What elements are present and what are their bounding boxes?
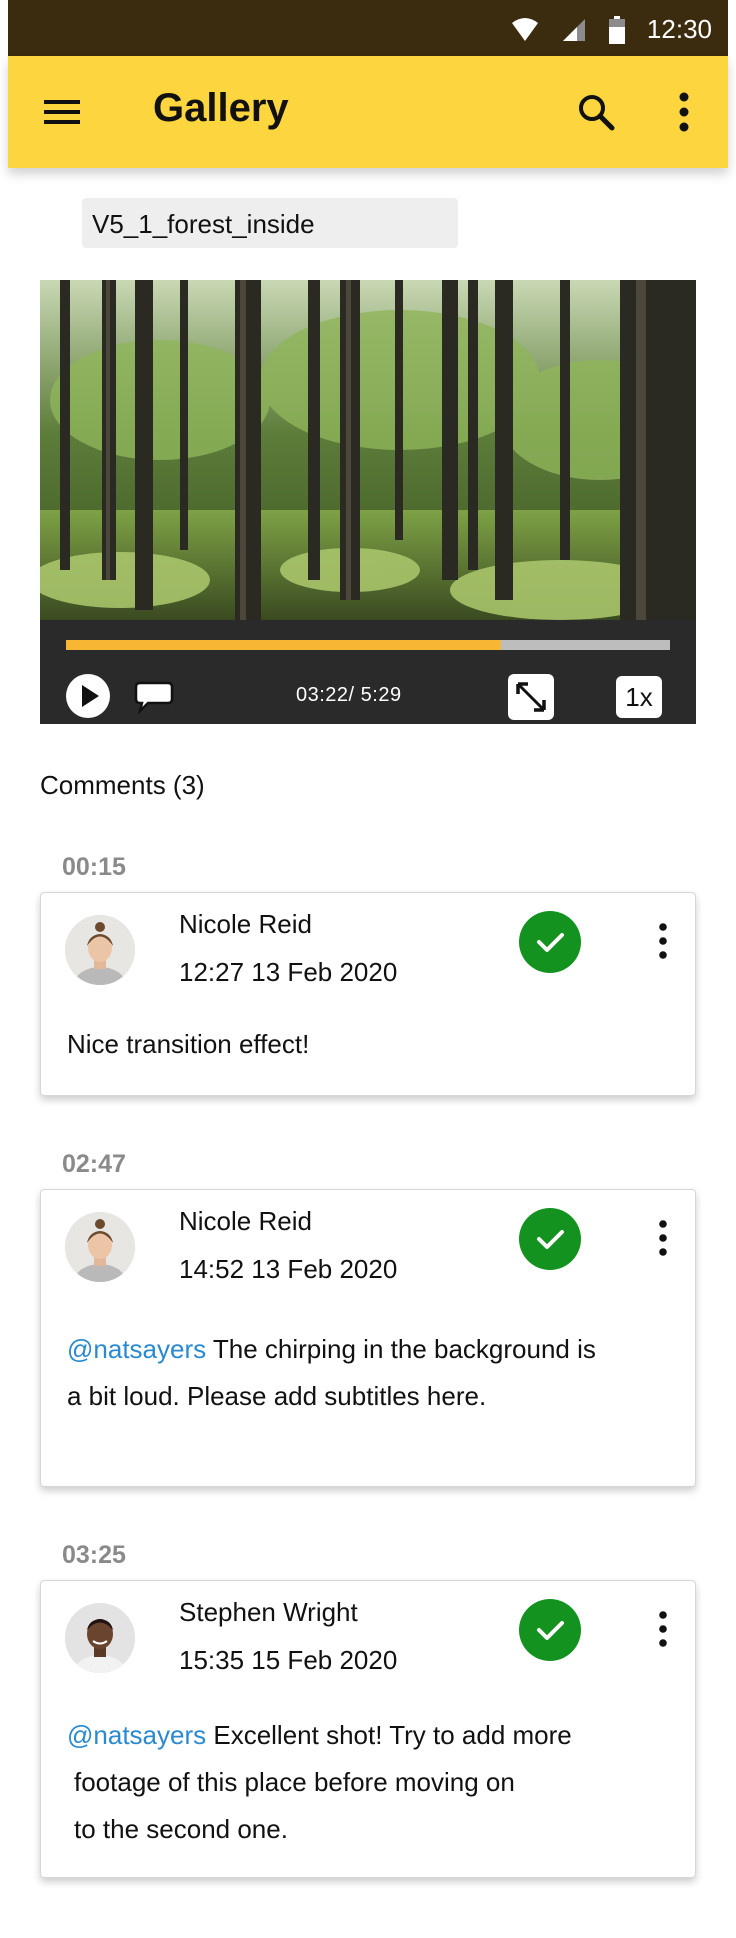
fullscreen-button[interactable] — [508, 674, 554, 720]
mention-link[interactable]: @natsayers — [67, 1720, 206, 1750]
comment-icon[interactable] — [134, 680, 174, 714]
comment-author: Stephen Wright — [179, 1597, 358, 1627]
status-bar: 12:30 — [8, 0, 728, 56]
comment-author: Nicole Reid — [179, 1206, 312, 1236]
comment-author: Nicole Reid — [179, 909, 312, 939]
video-thumbnail — [40, 280, 696, 620]
more-vert-icon[interactable] — [656, 1218, 670, 1258]
resolve-button[interactable] — [519, 1208, 581, 1270]
playback-speed-button[interactable]: 1x — [616, 676, 662, 718]
menu-icon[interactable] — [42, 92, 82, 132]
more-vert-icon[interactable] — [674, 90, 694, 134]
fullscreen-icon — [516, 682, 546, 712]
comment-body: Nice transition effect! — [67, 1029, 310, 1059]
comment-line: @natsayers The chirping in the backgroun… — [67, 1326, 669, 1373]
wifi-icon — [511, 17, 538, 41]
check-icon — [537, 933, 564, 952]
comment-card: Stephen Wright 15:35 15 Feb 2020 @natsay… — [40, 1580, 696, 1878]
time-readout: 03:22/ 5:29 — [296, 684, 402, 706]
battery-icon — [608, 15, 625, 44]
play-button[interactable] — [66, 674, 110, 718]
avatar — [65, 1603, 135, 1673]
video-player[interactable]: 03:22/ 5:29 1x — [40, 280, 696, 724]
comment-line: to the second one. — [74, 1814, 288, 1844]
comment-body: The chirping in the background is — [206, 1334, 596, 1364]
search-icon[interactable] — [576, 92, 616, 132]
avatar-image — [65, 915, 135, 985]
mention-link[interactable]: @natsayers — [67, 1334, 206, 1364]
status-icons: 12:30 — [511, 14, 712, 45]
comment-line: a bit loud. Please add subtitles here. — [67, 1381, 487, 1411]
comment-text: @natsayers The chirping in the backgroun… — [67, 1326, 669, 1420]
app-bar: Gallery — [8, 56, 728, 168]
avatar — [65, 1212, 135, 1282]
more-vert-icon[interactable] — [656, 921, 670, 961]
comment-text: Nice transition effect! — [67, 1021, 669, 1068]
resolve-button[interactable] — [519, 1599, 581, 1661]
comment-card: Nicole Reid 12:27 13 Feb 2020 Nice trans… — [40, 892, 696, 1096]
resolve-button[interactable] — [519, 911, 581, 973]
comment-body: Excellent shot! Try to add more — [206, 1720, 572, 1750]
status-time: 12:30 — [646, 14, 712, 44]
video-controls: 03:22/ 5:29 1x — [40, 620, 696, 724]
avatar — [65, 915, 135, 985]
avatar-image — [65, 1603, 135, 1673]
comment-line: @natsayers Excellent shot! Try to add mo… — [67, 1712, 669, 1759]
avatar-image — [65, 1212, 135, 1282]
video-filename: V5_1_forest_inside — [82, 198, 458, 248]
comment-line: footage of this place before moving on — [74, 1767, 515, 1797]
check-icon — [537, 1230, 564, 1249]
more-vert-icon[interactable] — [656, 1609, 670, 1649]
signal-icon — [562, 18, 585, 41]
comment-timestamp[interactable]: 03:25 — [62, 1541, 126, 1570]
progress-bar[interactable] — [66, 640, 670, 650]
comment-date: 14:52 13 Feb 2020 — [179, 1254, 398, 1284]
comment-timestamp[interactable]: 00:15 — [62, 853, 126, 882]
app-title: Gallery — [153, 86, 289, 130]
comment-text: @natsayers Excellent shot! Try to add mo… — [67, 1712, 669, 1853]
comments-heading: Comments (3) — [40, 770, 205, 800]
comment-timestamp[interactable]: 02:47 — [62, 1150, 126, 1179]
comment-card: Nicole Reid 14:52 13 Feb 2020 @natsayers… — [40, 1189, 696, 1487]
comment-date: 15:35 15 Feb 2020 — [179, 1645, 398, 1675]
play-icon — [82, 685, 99, 707]
check-icon — [537, 1621, 564, 1640]
progress-fill — [66, 640, 501, 650]
comment-date: 12:27 13 Feb 2020 — [179, 957, 398, 987]
